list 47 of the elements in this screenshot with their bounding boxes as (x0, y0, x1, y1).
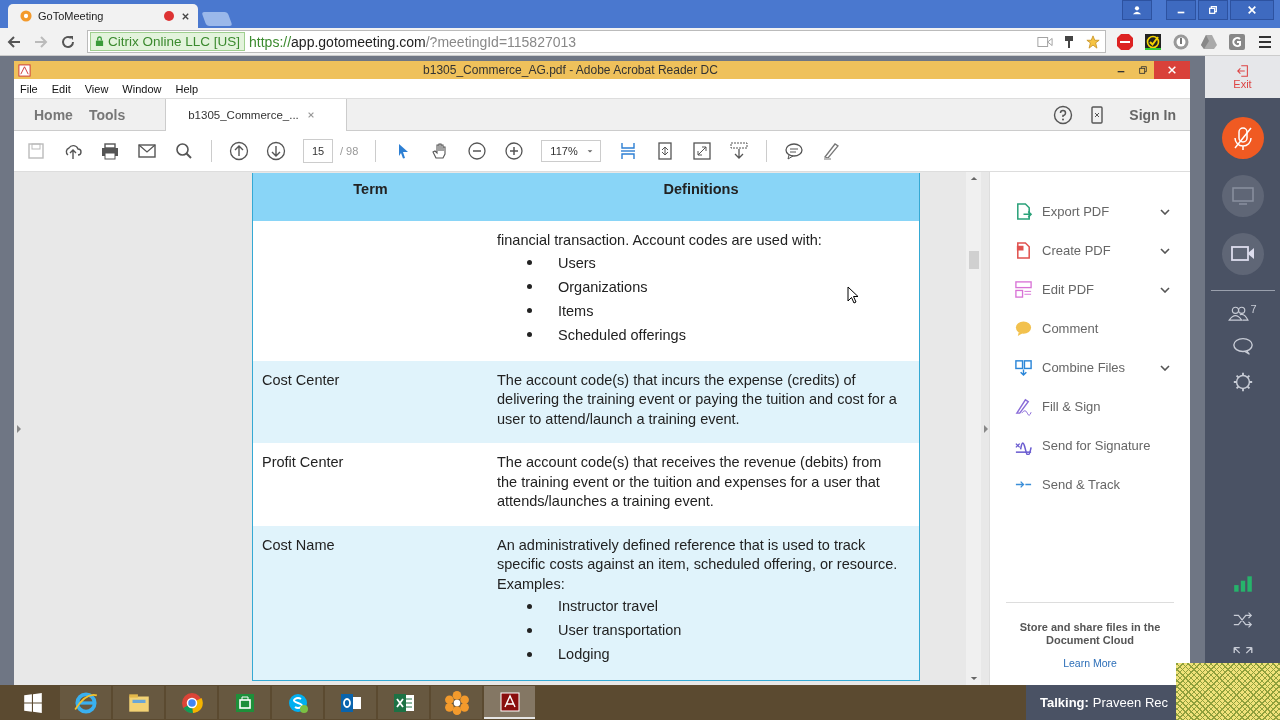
bullet-text: Scheduled offerings (558, 325, 686, 345)
menu-item[interactable]: File (20, 82, 38, 95)
tool-item[interactable]: Send & Track (1014, 465, 1174, 504)
definition-text: The account code(s) that receives the revenue (debits) from the training event or the tuition and expenses for a user that attends/launches a training event. (497, 453, 883, 511)
definition-text: financial transaction. Account codes are used with: (497, 231, 823, 250)
tool-item[interactable]: Edit PDF (1014, 270, 1174, 309)
column-header: Definitions (662, 180, 740, 200)
address-field[interactable]: Citrix Online LLC [US] https://app.gotomeeting.com/?meetingId=115827013 (87, 30, 1106, 53)
url-text: https://app.gotomeeting.com/?meetingId=115827013 (249, 33, 577, 50)
tool-item[interactable]: Fill & Sign (1014, 387, 1174, 426)
bullet-text: Items (558, 301, 594, 321)
document-tab[interactable]: b1305_Commerce_... (165, 99, 348, 131)
window-title: b1305_Commerce_AG.pdf - Adobe Acrobat Reader DC (423, 63, 718, 77)
tab-title: GoToMeeting (38, 10, 105, 22)
tool-item[interactable]: Send for Signature (1014, 426, 1174, 465)
document-tab-title: b1305_Commerce_... (188, 109, 299, 121)
bullet-text: User transportation (558, 621, 682, 640)
bullet-text: Organizations (558, 277, 648, 297)
browser-tab[interactable]: GoToMeeting (8, 4, 198, 28)
nav-tab[interactable]: Home (26, 99, 81, 130)
term-text: Cost Center (262, 371, 340, 388)
cloud-promo-text: Store and share files in the Document Cloud (1018, 621, 1162, 647)
bullet-text: Users (558, 253, 596, 273)
attendees-button[interactable]: 7 (1228, 305, 1257, 321)
term-text: Profit Center (262, 454, 344, 470)
definition-text: The account code(s) that incurs the expense (credits) of delivering the training event or paying the tuition and cost for a user to attend/launch a training event. (497, 370, 898, 429)
zoom-dropdown[interactable]: 117% (541, 140, 602, 162)
term-text: Cost Name (262, 536, 335, 553)
column-header: Term (352, 180, 389, 200)
definition-text: An administratively defined reference that is used to track specific costs against an item, scheduled offering, or resource. Examples: (497, 535, 899, 594)
learn-more-link[interactable]: Learn More (1063, 657, 1117, 669)
menu-item[interactable]: Help (175, 82, 199, 95)
tool-item[interactable]: Export PDF (1014, 192, 1174, 231)
sign-in-link[interactable]: Sign In (1129, 106, 1176, 123)
bullet-text: Instructor travel (558, 597, 658, 616)
exit-button[interactable]: Exit (1205, 56, 1280, 98)
menu-item[interactable]: Window (122, 82, 162, 95)
tool-item[interactable]: Comment (1014, 309, 1174, 348)
bullet-text: Lodging (558, 645, 610, 664)
certificate-badge: Citrix Online LLC [US] (90, 32, 246, 51)
tool-item[interactable]: Combine Files (1014, 348, 1174, 387)
menu-item[interactable]: Edit (51, 82, 71, 95)
menu-item[interactable]: View (84, 82, 109, 95)
page-total: / 98 (340, 145, 359, 157)
page-number-field[interactable]: 15 (303, 139, 333, 163)
nav-tab[interactable]: Tools (80, 99, 134, 130)
tool-item[interactable]: Create PDF (1014, 231, 1174, 270)
